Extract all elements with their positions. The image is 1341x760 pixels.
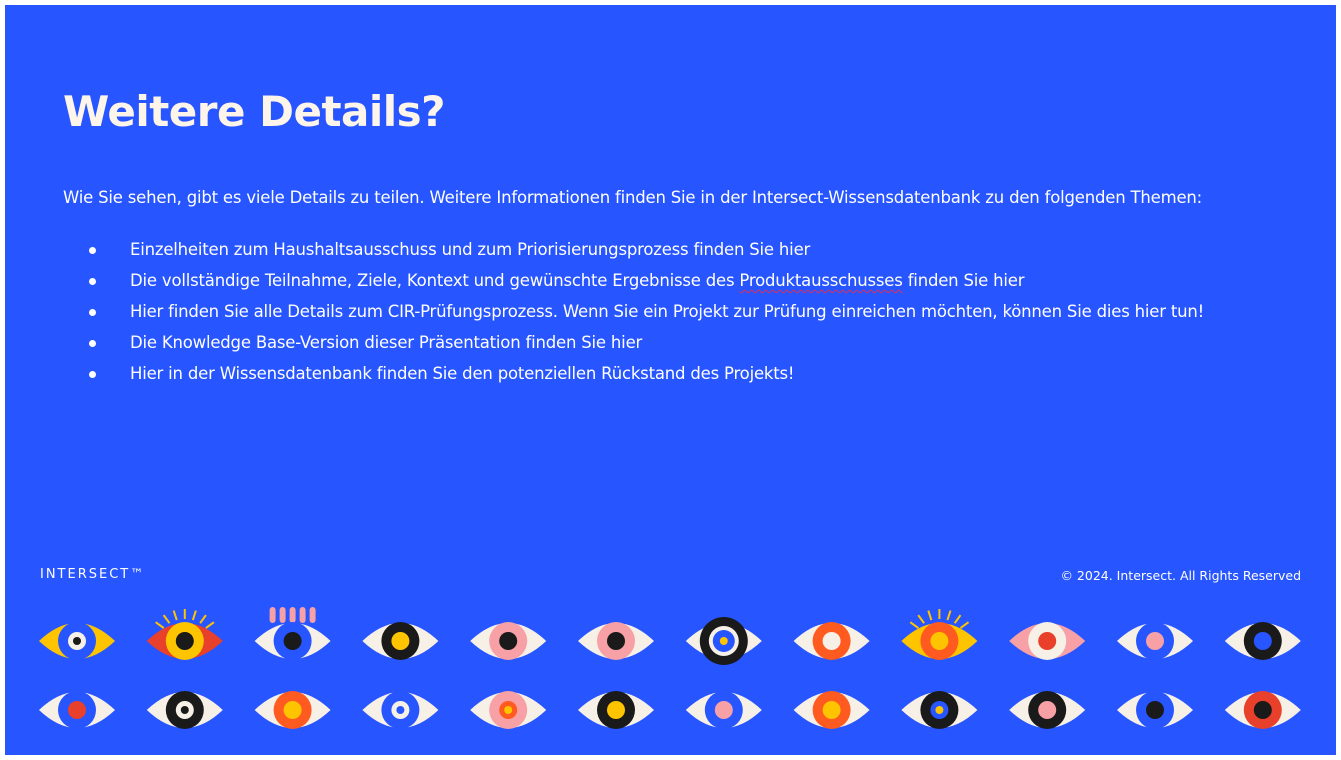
eye-illustration-icon (1117, 622, 1193, 660)
eye-illustration-icon (39, 691, 115, 729)
bullet-icon (89, 340, 96, 347)
eye-illustration-icon (793, 691, 870, 729)
list-item: Einzelheiten zum Haushaltsausschuss und … (89, 241, 1204, 272)
eye-illustration-icon (1009, 622, 1086, 660)
bullet-icon (89, 247, 96, 254)
list-item-text: Einzelheiten zum Haushaltsausschuss und … (130, 240, 811, 259)
intersect-logo: INTERSECT™ (40, 567, 146, 582)
eyes-decoration (39, 607, 1301, 729)
list-item-text: Hier finden Sie alle Details zum CIR-Prü… (130, 302, 1205, 321)
eye-illustration-icon (1224, 691, 1301, 729)
spellcheck-marked-word[interactable]: Produktausschusses (739, 271, 902, 290)
bullet-icon (89, 309, 96, 316)
eye-illustration-icon (685, 691, 762, 729)
bullet-icon (89, 371, 96, 378)
eye-illustration-icon (362, 691, 439, 729)
slide: Weitere Details? Wie Sie sehen, gibt es … (5, 5, 1336, 755)
eye-illustration-icon (39, 622, 115, 660)
copyright-text: © 2024. Intersect. All Rights Reserved (1060, 568, 1301, 583)
eye-illustration-icon (470, 691, 547, 729)
eye-illustration-icon (578, 622, 654, 660)
list-item-text: Die Knowledge Base-Version dieser Präsen… (130, 333, 643, 352)
eye-illustration-icon (1117, 691, 1193, 729)
list-item: Die vollständige Teilnahme, Ziele, Konte… (89, 272, 1204, 303)
eye-illustration-icon (362, 622, 439, 660)
eye-illustration-icon (901, 691, 978, 729)
eye-illustration-icon (578, 691, 654, 729)
eye-illustration-icon (254, 691, 331, 729)
eye-illustration-icon (254, 607, 331, 660)
eye-illustration-icon (470, 622, 547, 660)
eye-illustration-icon (1009, 691, 1086, 729)
slide-title: Weitere Details? (63, 87, 446, 136)
list-item: Hier finden Sie alle Details zum CIR-Prü… (89, 303, 1204, 334)
list-item: Hier in der Wissensdatenbank finden Sie … (89, 365, 1204, 396)
list-item-text: Hier in der Wissensdatenbank finden Sie … (130, 364, 795, 383)
eye-illustration-icon (793, 622, 870, 660)
bullet-icon (89, 278, 96, 285)
list-item-text-end: finden Sie hier (902, 271, 1025, 290)
intro-text: Wie Sie sehen, gibt es viele Details zu … (63, 188, 1203, 207)
topics-list: Einzelheiten zum Haushaltsausschuss und … (89, 241, 1204, 396)
eye-illustration-icon (146, 609, 223, 660)
eye-illustration-icon (685, 617, 762, 665)
list-item: Die Knowledge Base-Version dieser Präsen… (89, 334, 1204, 365)
eye-illustration-icon (146, 691, 223, 729)
list-item-text: Die vollständige Teilnahme, Ziele, Konte… (130, 271, 740, 290)
eye-illustration-icon (1224, 622, 1301, 660)
eye-illustration-icon (901, 609, 978, 660)
